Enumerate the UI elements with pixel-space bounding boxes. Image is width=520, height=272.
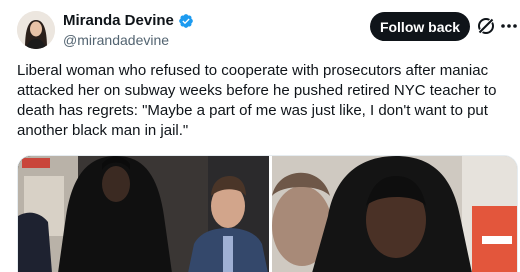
verified-badge-icon — [178, 13, 194, 29]
author-name-row: Miranda Devine — [63, 12, 194, 30]
media-photo-1[interactable] — [18, 156, 269, 272]
follow-back-button[interactable]: Follow back — [370, 12, 470, 41]
tweet-text: Liberal woman who refused to cooperate w… — [17, 62, 497, 139]
grok-slash-icon[interactable] — [476, 16, 496, 36]
avatar[interactable] — [17, 11, 55, 49]
author-handle[interactable]: @mirandadevine — [63, 32, 169, 48]
display-name[interactable]: Miranda Devine — [63, 12, 174, 30]
media-photo-2[interactable] — [271, 156, 517, 272]
media-grid — [17, 155, 518, 272]
more-horizontal-icon[interactable] — [500, 17, 518, 35]
tweet-card: Miranda Devine @mirandadevine Follow bac… — [0, 0, 520, 272]
